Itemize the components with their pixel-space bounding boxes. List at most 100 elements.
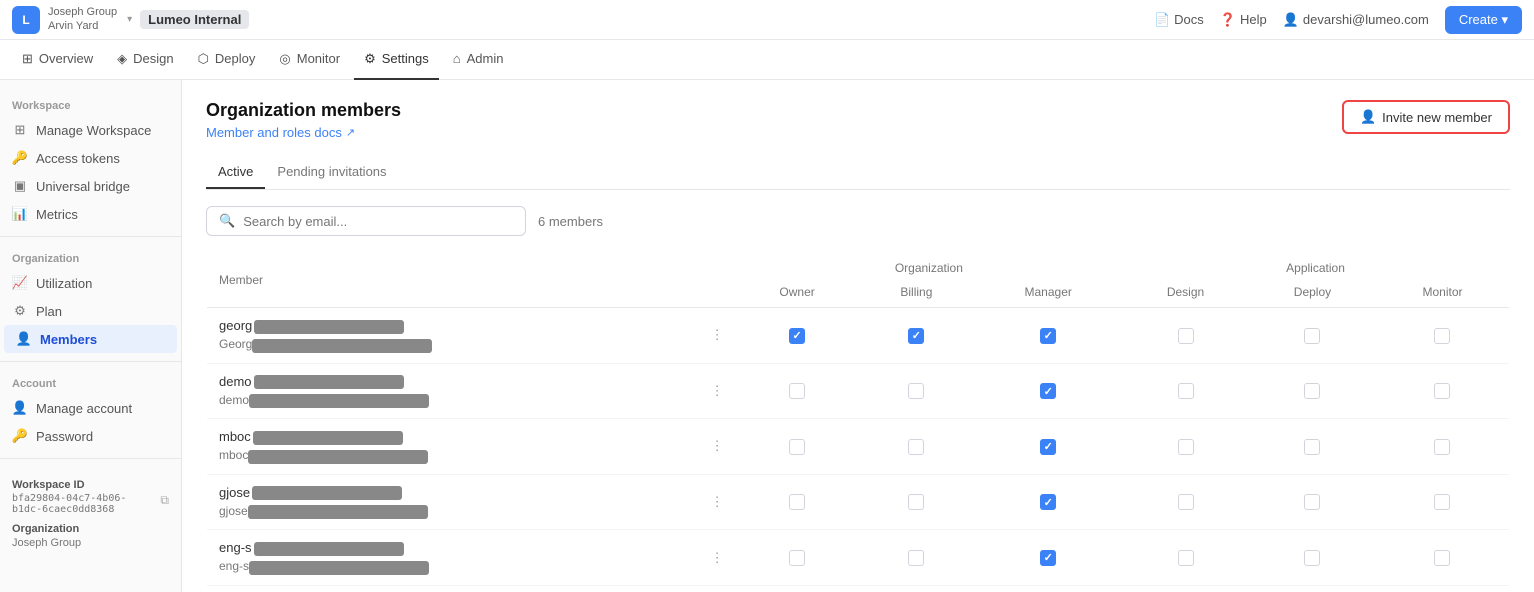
checkbox[interactable]: [908, 550, 924, 566]
table-row: gjosegjose⋮: [207, 474, 1510, 530]
plan-icon: ⚙: [12, 303, 28, 319]
search-input[interactable]: [243, 214, 513, 229]
chevron-down-icon[interactable]: ▾: [127, 14, 132, 25]
member-email: mboc: [219, 447, 687, 464]
sidebar-item-manage-account-label: Manage account: [36, 401, 132, 416]
col-deploy: Deploy: [1249, 277, 1376, 308]
table-row: eng-seng-s⋮: [207, 530, 1510, 586]
tab-settings[interactable]: ⚙ Settings: [354, 40, 439, 80]
row-menu[interactable]: ⋮: [699, 308, 736, 364]
sidebar-item-manage-account[interactable]: 👤 Manage account: [0, 394, 181, 422]
checkbox[interactable]: [1304, 439, 1320, 455]
checkbox[interactable]: [1178, 439, 1194, 455]
sidebar-divider-2: [0, 361, 181, 362]
sidebar-item-access-tokens[interactable]: 🔑 Access tokens: [0, 144, 181, 172]
member-email-redacted: [248, 450, 428, 464]
row-menu[interactable]: ⋮: [699, 419, 736, 475]
sidebar-item-members[interactable]: 👤 Members: [4, 325, 177, 353]
sidebar-item-manage-workspace[interactable]: ⊞ Manage Workspace: [0, 116, 181, 144]
sidebar-item-password-label: Password: [36, 429, 93, 444]
docs-link[interactable]: 📄 Docs: [1154, 12, 1204, 28]
user-menu[interactable]: 👤 devarshi@lumeo.com: [1283, 12, 1429, 28]
tab-overview[interactable]: ⊞ Overview: [12, 40, 103, 80]
col-billing: Billing: [858, 277, 974, 308]
tab-design-label: Design: [133, 51, 173, 66]
top-bar: L Joseph Group Arvin Yard ▾ Lumeo Intern…: [0, 0, 1534, 40]
sidebar-item-metrics-label: Metrics: [36, 207, 78, 222]
col-group-application: Application: [1122, 253, 1509, 278]
checkbox[interactable]: [1434, 494, 1450, 510]
col-member: Member: [207, 253, 699, 308]
sidebar-divider-1: [0, 236, 181, 237]
checkbox[interactable]: [1040, 383, 1056, 399]
tab-active[interactable]: Active: [206, 156, 265, 189]
cb-cell: [858, 530, 974, 586]
checkbox[interactable]: [1040, 494, 1056, 510]
checkbox[interactable]: [789, 550, 805, 566]
checkbox[interactable]: [1178, 383, 1194, 399]
logo: L: [12, 6, 40, 34]
tab-deploy[interactable]: ⬡ Deploy: [188, 40, 266, 80]
row-menu[interactable]: ⋮: [699, 585, 736, 592]
tab-pending[interactable]: Pending invitations: [265, 156, 398, 189]
checkbox[interactable]: [1040, 439, 1056, 455]
checkbox[interactable]: [908, 494, 924, 510]
checkbox[interactable]: [789, 383, 805, 399]
sidebar-item-plan[interactable]: ⚙ Plan: [0, 297, 181, 325]
member-cell: gjosegjose: [207, 474, 699, 530]
checkbox[interactable]: [1040, 328, 1056, 344]
cb-cell: [858, 363, 974, 419]
checkbox[interactable]: [789, 494, 805, 510]
checkbox[interactable]: [1434, 383, 1450, 399]
tab-overview-label: Overview: [39, 51, 93, 66]
sidebar-item-metrics[interactable]: 📊 Metrics: [0, 200, 181, 228]
col-group-organization: Organization: [736, 253, 1122, 278]
sidebar-item-universal-bridge[interactable]: ▣ Universal bridge: [0, 172, 181, 200]
invite-new-member-button[interactable]: 👤 Invite new member: [1342, 100, 1510, 134]
cb-cell: [974, 419, 1122, 475]
create-button[interactable]: Create ▾: [1445, 6, 1522, 34]
external-link-icon: ↗: [346, 126, 355, 139]
access-tokens-icon: 🔑: [12, 150, 28, 166]
checkbox[interactable]: [1178, 550, 1194, 566]
page-title: Organization members: [206, 100, 401, 121]
tab-monitor-label: Monitor: [297, 51, 340, 66]
checkbox[interactable]: [1434, 439, 1450, 455]
help-link[interactable]: ❓ Help: [1220, 12, 1267, 28]
member-cell: mbocmboc: [207, 419, 699, 475]
member-cell: eng-seng-s: [207, 530, 699, 586]
row-menu[interactable]: ⋮: [699, 530, 736, 586]
checkbox[interactable]: [908, 439, 924, 455]
checkbox[interactable]: [1040, 550, 1056, 566]
cb-cell: [1122, 363, 1249, 419]
copy-icon[interactable]: ⧉: [160, 493, 169, 508]
row-menu[interactable]: ⋮: [699, 474, 736, 530]
checkbox[interactable]: [1304, 328, 1320, 344]
checkbox[interactable]: [1304, 383, 1320, 399]
checkbox[interactable]: [1434, 550, 1450, 566]
checkbox[interactable]: [1434, 328, 1450, 344]
checkbox[interactable]: [908, 383, 924, 399]
checkbox[interactable]: [789, 439, 805, 455]
tab-monitor[interactable]: ◎ Monitor: [269, 40, 350, 80]
sidebar-item-password[interactable]: 🔑 Password: [0, 422, 181, 450]
member-name: demo: [219, 374, 687, 390]
sidebar-divider-3: [0, 458, 181, 459]
content-area: Organization members Member and roles do…: [182, 80, 1534, 592]
checkbox[interactable]: [1178, 328, 1194, 344]
tab-design[interactable]: ◈ Design: [107, 40, 183, 80]
checkbox[interactable]: [789, 328, 805, 344]
checkbox[interactable]: [1178, 494, 1194, 510]
user-icon: 👤: [1283, 12, 1299, 28]
sidebar-item-utilization[interactable]: 📈 Utilization: [0, 269, 181, 297]
checkbox[interactable]: [1304, 494, 1320, 510]
tab-admin[interactable]: ⌂ Admin: [443, 40, 514, 80]
row-menu[interactable]: ⋮: [699, 363, 736, 419]
cb-cell: [1122, 474, 1249, 530]
account-section-label: Account: [0, 370, 181, 394]
member-email-redacted: [249, 394, 429, 408]
settings-icon: ⚙: [364, 51, 376, 67]
member-roles-link[interactable]: Member and roles docs ↗: [206, 125, 401, 140]
checkbox[interactable]: [1304, 550, 1320, 566]
checkbox[interactable]: [908, 328, 924, 344]
